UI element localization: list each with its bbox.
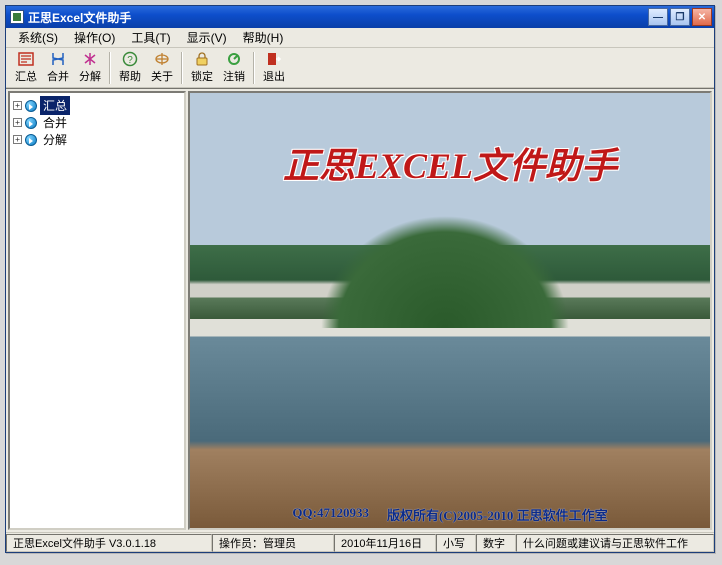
tb-label: 帮助: [119, 68, 141, 84]
tb-label: 退出: [263, 68, 285, 84]
lock-icon: [194, 51, 210, 67]
tb-label: 合并: [47, 68, 69, 84]
tb-help[interactable]: ? 帮助: [114, 50, 146, 86]
overlay-footer: QQ:47120933 版权所有(C)2005-2010 正思软件工作室: [190, 505, 710, 524]
tree-label: 分解: [40, 130, 70, 149]
close-button[interactable]: ✕: [692, 8, 712, 26]
titlebar: 正思Excel文件助手 — ❐ ✕: [6, 6, 714, 28]
copyright-text: 版权所有(C)2005-2010 正思软件工作室: [387, 505, 608, 524]
body: + 汇总 + 合并 + 分解 正思EXCEL文件助手 QQ:47120933: [6, 88, 714, 532]
tree-item-merge[interactable]: + 合并: [13, 114, 181, 131]
statusbar: 正思Excel文件助手 V3.0.1.18 操作员：管理员 2010年11月16…: [6, 532, 714, 552]
status-caps: 小写: [436, 534, 476, 552]
svg-text:?: ?: [127, 55, 133, 66]
exit-icon: [266, 51, 282, 67]
tree-item-summary[interactable]: + 汇总: [13, 97, 181, 114]
minimize-button[interactable]: —: [648, 8, 668, 26]
toolbar-group-ops: 汇总 合并 分解: [10, 50, 106, 86]
tb-summary[interactable]: 汇总: [10, 50, 42, 86]
app-icon: [10, 10, 24, 24]
status-message: 什么问题或建议请与正思软件工作: [516, 534, 714, 552]
tb-label: 分解: [79, 68, 101, 84]
menu-help[interactable]: 帮助(H): [237, 27, 290, 48]
toolbar-group-session: 锁定 注销: [186, 50, 250, 86]
content-viewer: 正思EXCEL文件助手 QQ:47120933 版权所有(C)2005-2010…: [188, 91, 712, 530]
summary-icon: [18, 51, 34, 67]
node-icon: [25, 134, 37, 146]
tb-label: 锁定: [191, 68, 213, 84]
status-date: 2010年11月16日: [334, 534, 436, 552]
tb-label: 注销: [223, 68, 245, 84]
split-icon: [82, 51, 98, 67]
menu-tools[interactable]: 工具(T): [125, 27, 176, 48]
headline-text: 正思EXCEL文件助手: [190, 137, 710, 189]
menu-view[interactable]: 显示(V): [181, 27, 233, 48]
node-icon: [25, 117, 37, 129]
tb-about[interactable]: 关于: [146, 50, 178, 86]
window-controls: — ❐ ✕: [648, 8, 712, 26]
tb-logout[interactable]: 注销: [218, 50, 250, 86]
tb-exit[interactable]: 退出: [258, 50, 290, 86]
expand-icon[interactable]: +: [13, 135, 22, 144]
tree-panel[interactable]: + 汇总 + 合并 + 分解: [8, 91, 186, 530]
tb-split[interactable]: 分解: [74, 50, 106, 86]
status-product: 正思Excel文件助手 V3.0.1.18: [6, 534, 212, 552]
window-title: 正思Excel文件助手: [28, 9, 648, 26]
toolbar-separator: [253, 52, 255, 84]
expand-icon[interactable]: +: [13, 118, 22, 127]
toolbar-group-help: ? 帮助 关于: [114, 50, 178, 86]
toolbar-group-exit: 退出: [258, 50, 290, 86]
app-window: 正思Excel文件助手 — ❐ ✕ 系统(S) 操作(O) 工具(T) 显示(V…: [5, 5, 715, 553]
expand-icon[interactable]: +: [13, 101, 22, 110]
logout-icon: [226, 51, 242, 67]
toolbar: 汇总 合并 分解 ? 帮助 关于: [6, 48, 714, 88]
about-icon: [154, 51, 170, 67]
restore-button[interactable]: ❐: [670, 8, 690, 26]
tb-lock[interactable]: 锁定: [186, 50, 218, 86]
toolbar-separator: [109, 52, 111, 84]
toolbar-separator: [181, 52, 183, 84]
node-icon: [25, 100, 37, 112]
tb-label: 汇总: [15, 68, 37, 84]
menu-operate[interactable]: 操作(O): [68, 27, 121, 48]
tree-item-split[interactable]: + 分解: [13, 131, 181, 148]
status-operator: 操作员：管理员: [212, 534, 334, 552]
tb-merge[interactable]: 合并: [42, 50, 74, 86]
merge-icon: [50, 51, 66, 67]
help-icon: ?: [122, 51, 138, 67]
menubar: 系统(S) 操作(O) 工具(T) 显示(V) 帮助(H): [6, 28, 714, 48]
tb-label: 关于: [151, 68, 173, 84]
status-num: 数字: [476, 534, 516, 552]
qq-text: QQ:47120933: [292, 505, 369, 524]
menu-system[interactable]: 系统(S): [12, 27, 64, 48]
